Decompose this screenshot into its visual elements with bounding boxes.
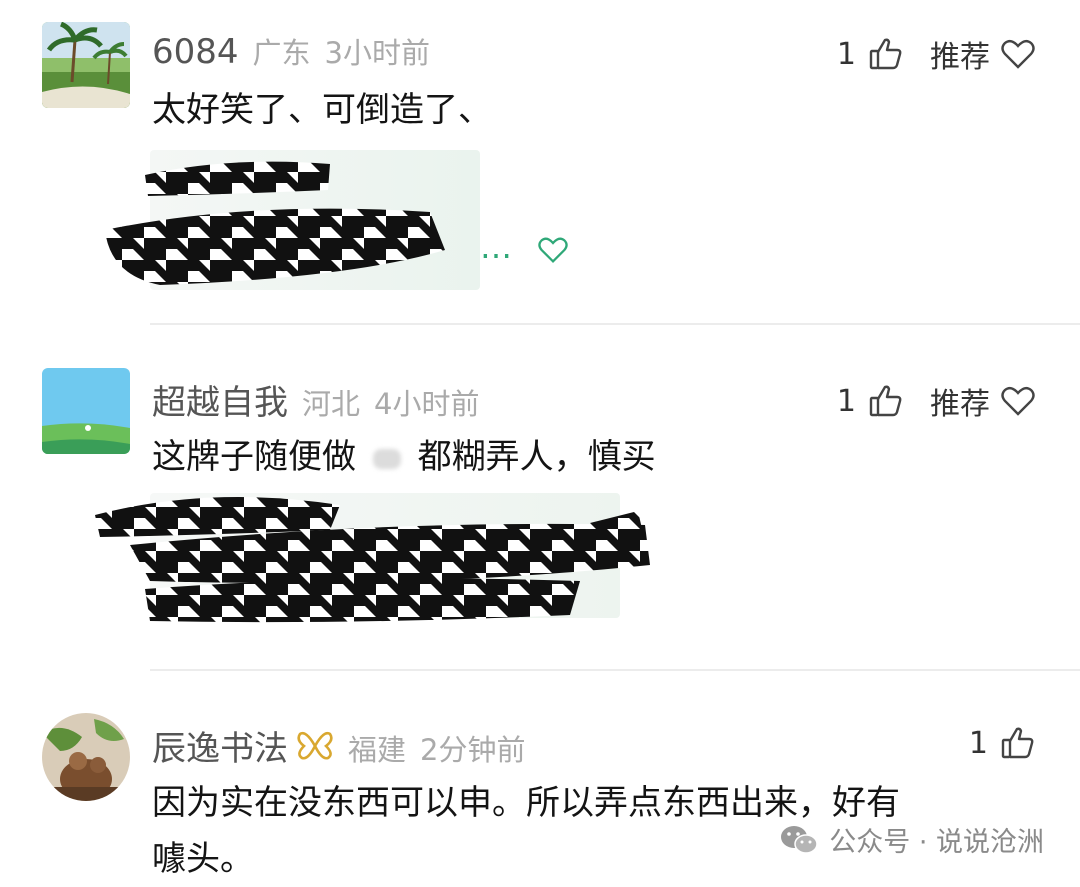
thumbs-up-icon[interactable] bbox=[1000, 725, 1036, 761]
recommend-button[interactable]: 推荐 bbox=[930, 32, 990, 76]
comment-actions: 1 bbox=[969, 725, 1036, 761]
username[interactable]: 6084 bbox=[152, 32, 239, 72]
thumbs-up-icon[interactable] bbox=[868, 383, 904, 419]
comment-text-part: 都糊弄人，慎买 bbox=[417, 437, 656, 477]
avatar[interactable] bbox=[42, 22, 130, 108]
timestamp: 2分钟前 bbox=[420, 733, 526, 767]
like-count: 1 bbox=[836, 36, 856, 72]
timestamp: 4小时前 bbox=[374, 387, 480, 421]
username[interactable]: 超越自我 bbox=[152, 375, 288, 424]
butterfly-icon bbox=[296, 730, 334, 762]
wechat-icon bbox=[779, 823, 819, 857]
avatar[interactable] bbox=[42, 713, 130, 801]
comment-meta: 辰逸书法 福建 2分钟前 bbox=[152, 721, 525, 770]
comment-text-part: 这牌子随便做 bbox=[152, 437, 356, 477]
comment-actions: 1 推荐 bbox=[837, 32, 1036, 76]
location-label: 河北 bbox=[302, 387, 361, 421]
watermark-label: 公众号 · 说说沧洲 bbox=[829, 827, 1044, 858]
censor-scribble bbox=[95, 497, 650, 623]
timestamp: 3小时前 bbox=[324, 36, 430, 70]
like-count: 1 bbox=[836, 383, 856, 419]
comment-item: 超越自我 河北 4小时前 1 推荐 这牌子随便做 都糊弄人，慎买 bbox=[0, 325, 1080, 670]
comment-item: 6084 广东 3小时前 1 推荐 太好笑了、可倒造了、 … bbox=[0, 0, 1080, 325]
comment-meta: 超越自我 河北 4小时前 bbox=[152, 375, 479, 424]
thumbs-up-icon[interactable] bbox=[868, 36, 904, 72]
image-ellipsis: … bbox=[480, 228, 512, 266]
username[interactable]: 辰逸书法 bbox=[152, 721, 288, 770]
location-label: 福建 bbox=[348, 733, 407, 767]
comment-actions: 1 推荐 bbox=[837, 379, 1036, 423]
watermark: 公众号 · 说说沧洲 bbox=[779, 820, 1044, 859]
heart-icon[interactable] bbox=[1000, 38, 1036, 70]
heart-icon[interactable] bbox=[1000, 385, 1036, 417]
blur-mark bbox=[372, 448, 401, 469]
comment-meta: 6084 广东 3小时前 bbox=[152, 30, 430, 72]
comment-text: 这牌子随便做 都糊弄人，慎买 bbox=[152, 429, 656, 485]
avatar[interactable] bbox=[42, 368, 130, 454]
like-count: 1 bbox=[968, 725, 988, 761]
comment-text: 太好笑了、可倒造了、 bbox=[152, 90, 492, 130]
recommend-button[interactable]: 推荐 bbox=[930, 379, 990, 423]
location-label: 广东 bbox=[252, 36, 311, 70]
heart-icon[interactable] bbox=[537, 236, 569, 264]
censor-scribble bbox=[105, 161, 445, 285]
